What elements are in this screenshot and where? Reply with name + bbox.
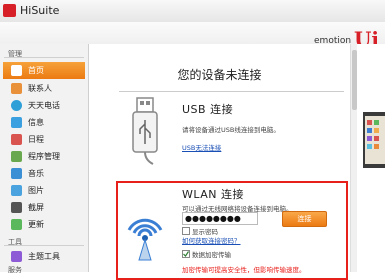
encrypt-label: 数据加密传输 — [192, 251, 231, 259]
screenshot-icon — [11, 202, 22, 213]
contacts-icon — [11, 83, 22, 94]
connect-button[interactable]: 连接 — [282, 211, 327, 227]
calendar-icon — [11, 134, 22, 145]
sidebar-item-label: 联系人 — [28, 84, 52, 93]
page-title: 您的设备未连接 — [177, 68, 262, 82]
sidebar-item-label: 截屏 — [28, 203, 44, 212]
sidebar-item-label: 图片 — [28, 186, 44, 195]
sidebar-item-label: 首页 — [28, 66, 44, 75]
section-services-label: 服务 — [8, 266, 22, 274]
check-icon — [183, 251, 189, 257]
picture-icon — [11, 185, 22, 196]
device-preview-panel — [357, 44, 385, 272]
usb-plug-icon — [132, 97, 158, 165]
apps-icon — [11, 151, 22, 162]
sidebar-item-home[interactable]: 首页 — [3, 62, 85, 79]
usb-description: 请将设备通过USB线连接到电脑。 — [182, 126, 280, 134]
sidebar-item-label: 日程 — [28, 135, 44, 144]
music-icon — [11, 168, 22, 179]
phone-icon — [11, 100, 22, 111]
sidebar-item-screenshot[interactable]: 截屏 — [3, 199, 85, 216]
encrypt-checkbox[interactable] — [182, 250, 190, 258]
message-icon — [11, 117, 22, 128]
sidebar-item-music[interactable]: 音乐 — [3, 165, 85, 182]
sidebar-item-label: 信息 — [28, 118, 44, 127]
section-divider — [4, 245, 84, 246]
usb-help-link[interactable]: USB无法连接 — [182, 142, 221, 152]
sidebar-item-apps[interactable]: 程序管理 — [3, 148, 85, 165]
sidebar-item-calendar[interactable]: 日程 — [3, 131, 85, 148]
home-icon — [11, 65, 22, 76]
sidebar-item-label: 天天电话 — [28, 101, 60, 110]
sidebar-item-update[interactable]: 更新 — [3, 216, 85, 233]
sidebar-item-phone[interactable]: 天天电话 — [3, 97, 85, 114]
sidebar-item-label: 主题工具 — [28, 252, 60, 261]
password-field[interactable]: ●●●●●●●● — [182, 212, 258, 225]
sidebar: 管理 首页 联系人 天天电话 信息 日程 程序管理 音乐 图片 截屏 更新 工具 — [0, 44, 89, 274]
window-title: HiSuite — [20, 4, 60, 17]
phone-illustration-icon — [363, 112, 385, 168]
wifi-signal-icon — [127, 218, 163, 261]
theme-icon — [11, 251, 22, 262]
sidebar-item-label: 更新 — [28, 220, 44, 229]
hisuite-logo-icon — [3, 4, 16, 17]
wlan-title: WLAN 连接 — [182, 188, 245, 201]
sidebar-item-label: 程序管理 — [28, 152, 60, 161]
sidebar-item-label: 音乐 — [28, 169, 44, 178]
title-bar: HiSuite — [0, 0, 385, 23]
sidebar-item-contacts[interactable]: 联系人 — [3, 80, 85, 97]
get-password-link[interactable]: 如何获取连接密码？ — [182, 235, 241, 245]
sidebar-item-pictures[interactable]: 图片 — [3, 182, 85, 199]
encrypt-warning: 加密传输可提高安全性，但影响传输速度。 — [182, 266, 306, 274]
sidebar-item-messages[interactable]: 信息 — [3, 114, 85, 131]
sidebar-item-theme[interactable]: 主题工具 — [3, 248, 85, 265]
update-icon — [11, 219, 22, 230]
section-divider — [4, 57, 84, 58]
divider — [119, 91, 344, 92]
show-password-checkbox[interactable] — [182, 227, 190, 235]
usb-title: USB 连接 — [182, 103, 234, 116]
main-panel: 您的设备未连接 USB 连接 请将设备通过USB线连接到电脑。 USB无法连接 … — [89, 44, 350, 280]
